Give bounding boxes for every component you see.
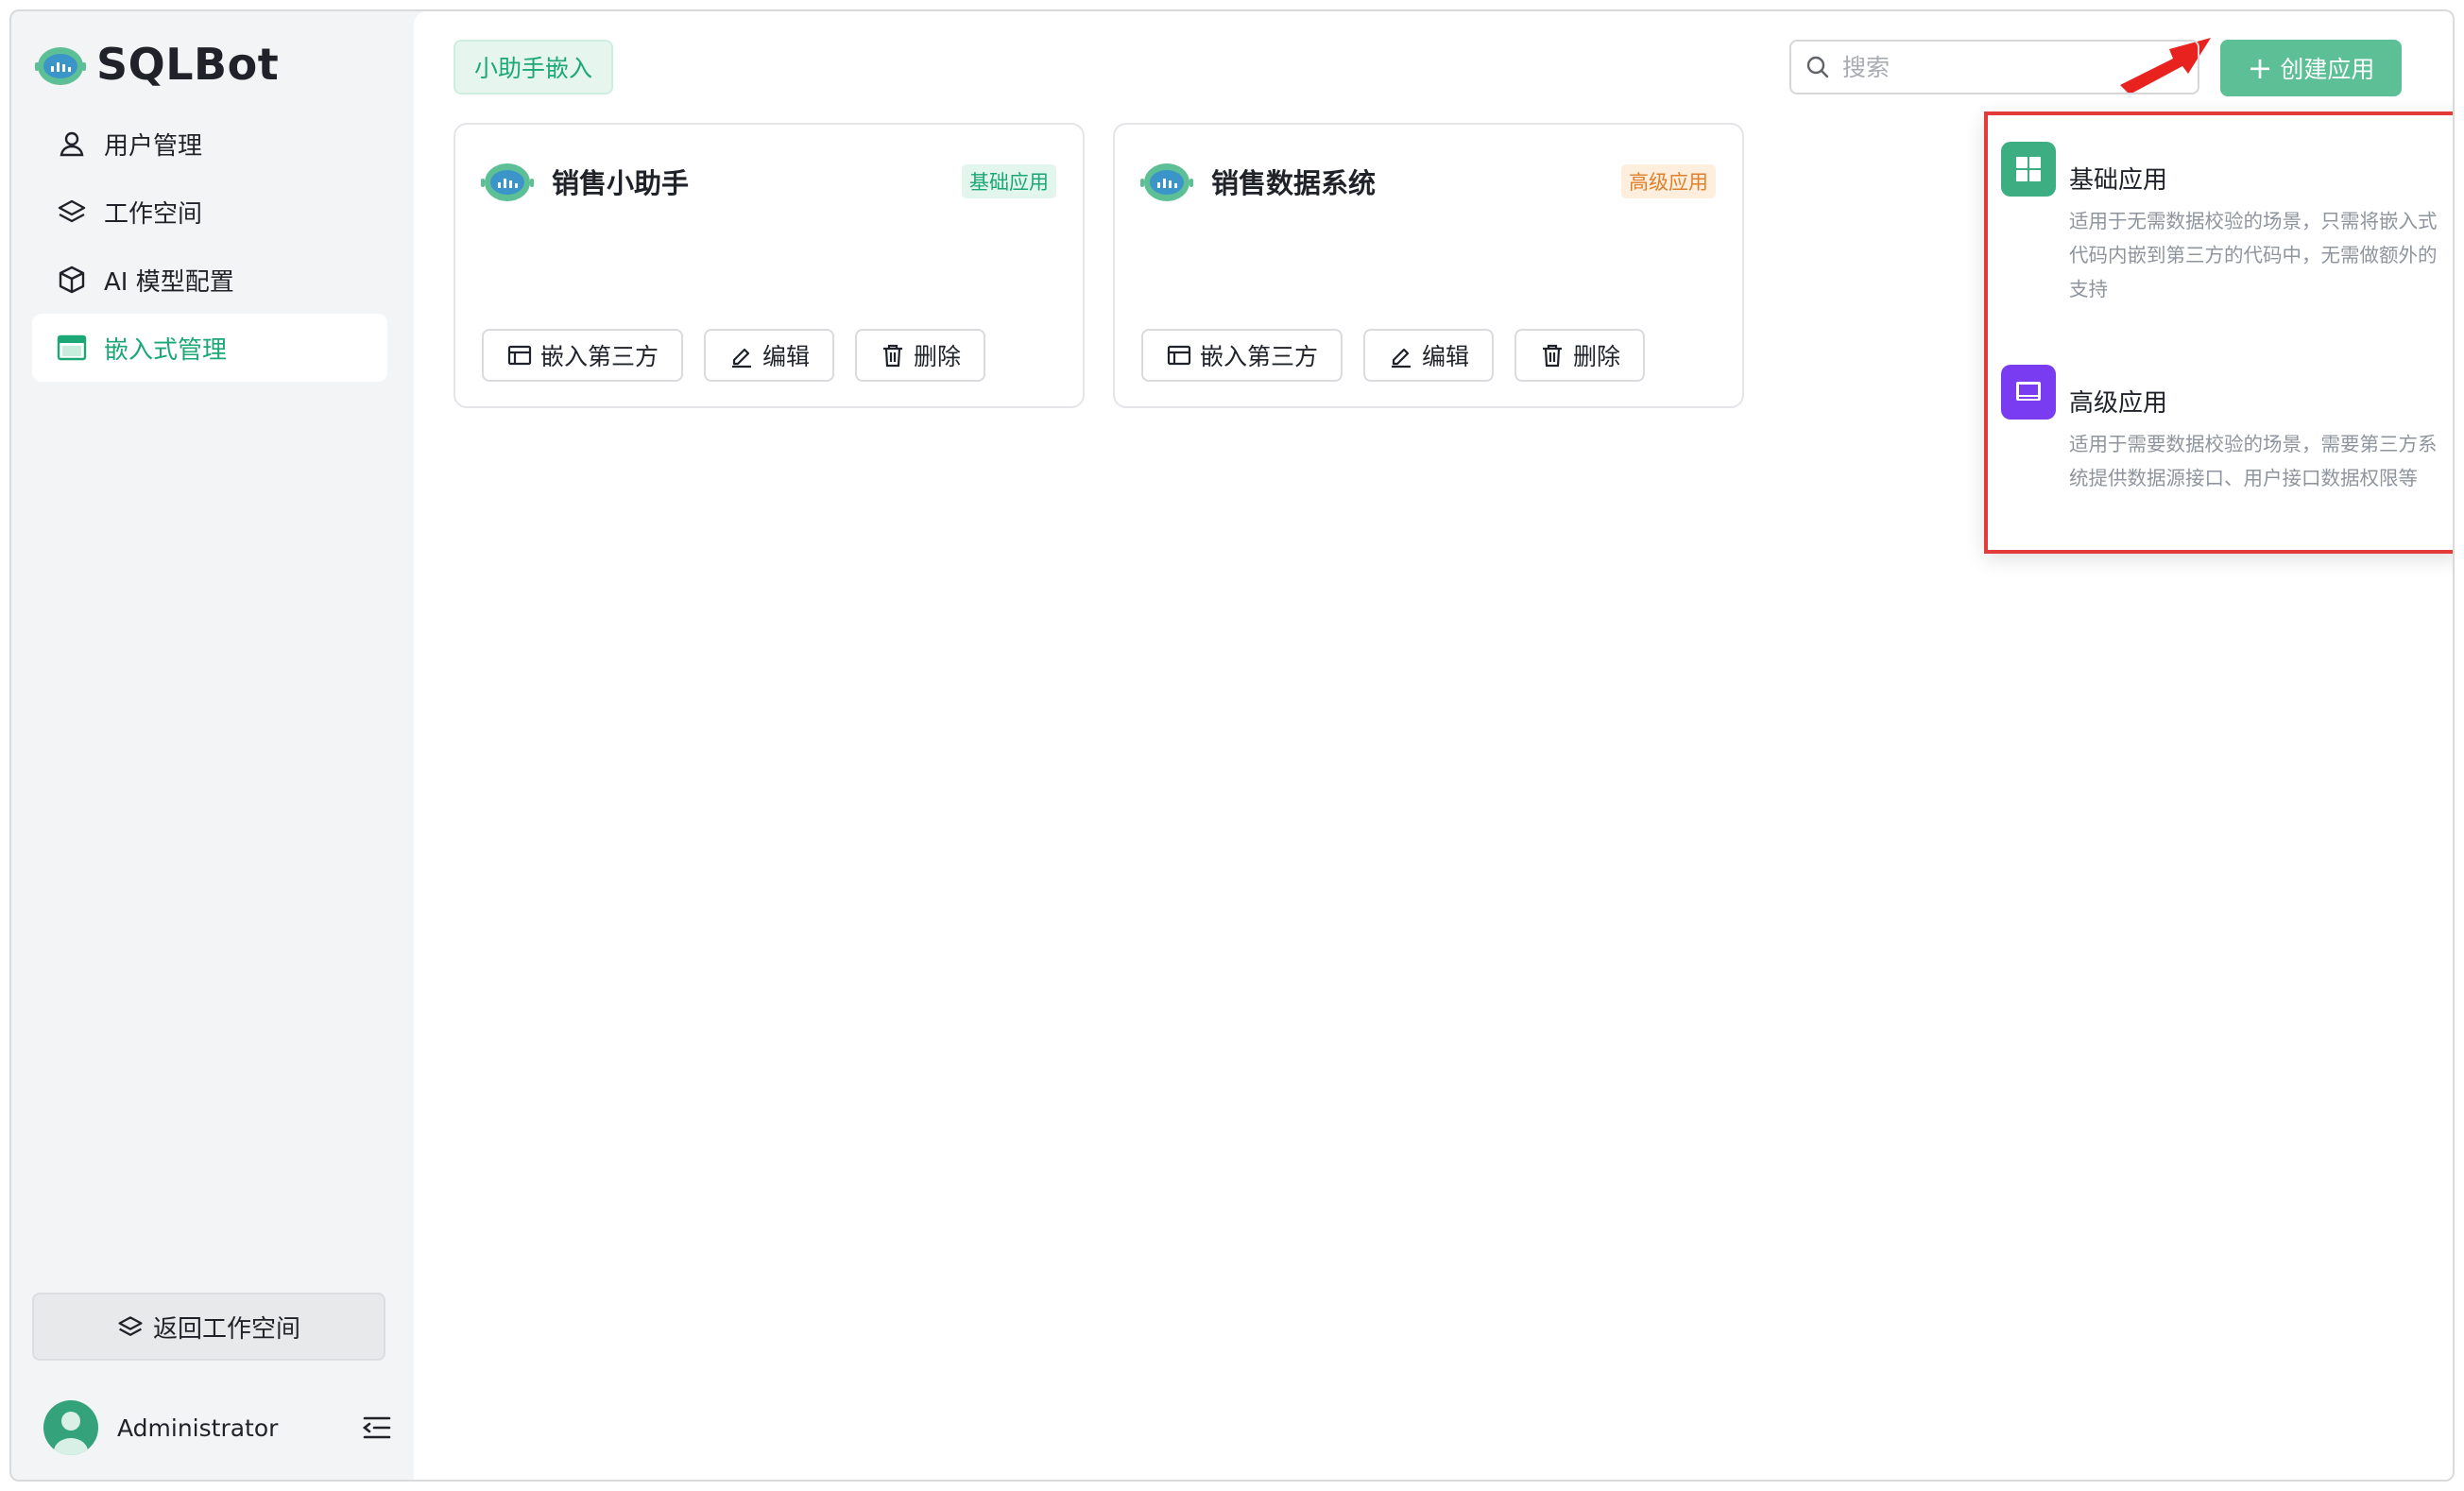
sidebar-item-ai-model[interactable]: AI 模型配置 (32, 246, 387, 314)
sidebar-nav: 用户管理 工作空间 AI 模型配置 嵌入式管理 (32, 110, 387, 382)
delete-button[interactable]: 删除 (1514, 329, 1646, 382)
cube-icon (59, 266, 85, 294)
embed-label: 嵌入第三方 (540, 343, 659, 370)
edit-button[interactable]: 编辑 (1363, 329, 1495, 382)
edit-label: 编辑 (762, 343, 811, 370)
card-title: 销售数据系统 (1211, 167, 1377, 199)
card-actions: 嵌入第三方 编辑 删除 (482, 329, 1006, 382)
app-card[interactable]: 销售小助手 基础应用 嵌入第三方 编辑 删除 (453, 123, 1085, 408)
tab-assistant-embed[interactable]: 小助手嵌入 (453, 40, 614, 94)
grid-glyph (2016, 157, 2041, 181)
embed-third-party-button[interactable]: 嵌入第三方 (482, 329, 684, 382)
sidebar-item-users[interactable]: 用户管理 (32, 110, 387, 178)
embed-third-party-button[interactable]: 嵌入第三方 (1141, 329, 1343, 382)
edit-icon (1392, 348, 1412, 368)
sidebar-item-label: 用户管理 (104, 131, 203, 161)
app-name: SQLBot (96, 39, 280, 90)
avatar-person-icon (54, 1412, 88, 1455)
option-description: 适用于需要数据校验的场景，需要第三方系统提供数据源接口、用户接口数据权限等 (2069, 433, 2438, 489)
robot-app-icon (1140, 163, 1193, 201)
back-button-label: 返回工作空间 (152, 1314, 300, 1344)
sidebar-item-label: 工作空间 (104, 199, 203, 229)
embed-window-icon (57, 334, 87, 361)
user-profile[interactable]: Administrator (43, 1395, 393, 1461)
grid-icon (2001, 142, 2056, 197)
option-advanced-app[interactable]: 高级应用 适用于需要数据校验的场景，需要第三方系统提供数据源接口、用户接口数据权… (2001, 365, 2453, 535)
back-to-workspace-button[interactable]: 返回工作空间 (32, 1293, 385, 1361)
monitor-icon (2001, 365, 2056, 420)
plus-icon: + (2247, 50, 2273, 86)
sidebar-item-workspace[interactable]: 工作空间 (32, 178, 387, 246)
search-icon (1806, 56, 1829, 78)
user-icon (60, 131, 84, 157)
sidebar-item-label: AI 模型配置 (104, 267, 234, 297)
trash-icon (1543, 344, 1563, 368)
card-title: 销售小助手 (552, 167, 690, 199)
sidebar: SQLBot 用户管理 工作空间 AI 模型配置 嵌入式管理 返回工作空间 Ad… (11, 11, 414, 1480)
user-name: Administrator (117, 1414, 279, 1442)
create-app-label: 创建应用 (2280, 56, 2375, 83)
delete-button[interactable]: 删除 (855, 329, 986, 382)
sidebar-item-label: 嵌入式管理 (104, 335, 228, 365)
app-card[interactable]: 销售数据系统 高级应用 嵌入第三方 编辑 删除 (1113, 123, 1744, 408)
search-input[interactable] (1842, 53, 2164, 81)
edit-button[interactable]: 编辑 (704, 329, 835, 382)
option-basic-app[interactable]: 基础应用 适用于无需数据校验的场景，只需将嵌入式代码内嵌到第三方的代码中，无需做… (2001, 142, 2453, 302)
window-icon (507, 345, 532, 366)
edit-icon (732, 348, 752, 368)
robot-app-icon (481, 163, 534, 201)
app-logo[interactable]: SQLBot (34, 34, 279, 94)
sqlbot-logo-icon (35, 47, 86, 85)
window-icon (1167, 345, 1191, 366)
layers-icon (58, 199, 86, 223)
delete-label: 删除 (914, 343, 962, 370)
monitor-glyph (2016, 382, 2041, 401)
card-header: 销售小助手 (480, 155, 689, 208)
create-app-button[interactable]: + 创建应用 (2220, 40, 2402, 96)
delete-label: 删除 (1573, 343, 1621, 370)
layers-icon (118, 1316, 143, 1336)
embed-label: 嵌入第三方 (1200, 343, 1319, 370)
option-description: 适用于无需数据校验的场景，只需将嵌入式代码内嵌到第三方的代码中，无需做额外的支持 (2069, 210, 2438, 300)
edit-label: 编辑 (1422, 343, 1470, 370)
search-box[interactable] (1789, 40, 2199, 94)
app-type-badge: 基础应用 (962, 164, 1056, 198)
create-app-dropdown: 基础应用 适用于无需数据校验的场景，只需将嵌入式代码内嵌到第三方的代码中，无需做… (1984, 111, 2453, 554)
app-window: SQLBot 用户管理 工作空间 AI 模型配置 嵌入式管理 返回工作空间 Ad… (9, 9, 2455, 1482)
option-title: 高级应用 (2069, 389, 2168, 418)
sidebar-item-embed[interactable]: 嵌入式管理 (32, 314, 387, 382)
app-type-badge: 高级应用 (1621, 164, 1716, 198)
card-actions: 嵌入第三方 编辑 删除 (1141, 329, 1666, 382)
collapse-sidebar-icon[interactable] (361, 1412, 393, 1444)
option-title: 基础应用 (2069, 166, 2168, 195)
trash-icon (883, 344, 903, 368)
avatar (43, 1400, 98, 1455)
card-header: 销售数据系统 (1139, 155, 1376, 208)
